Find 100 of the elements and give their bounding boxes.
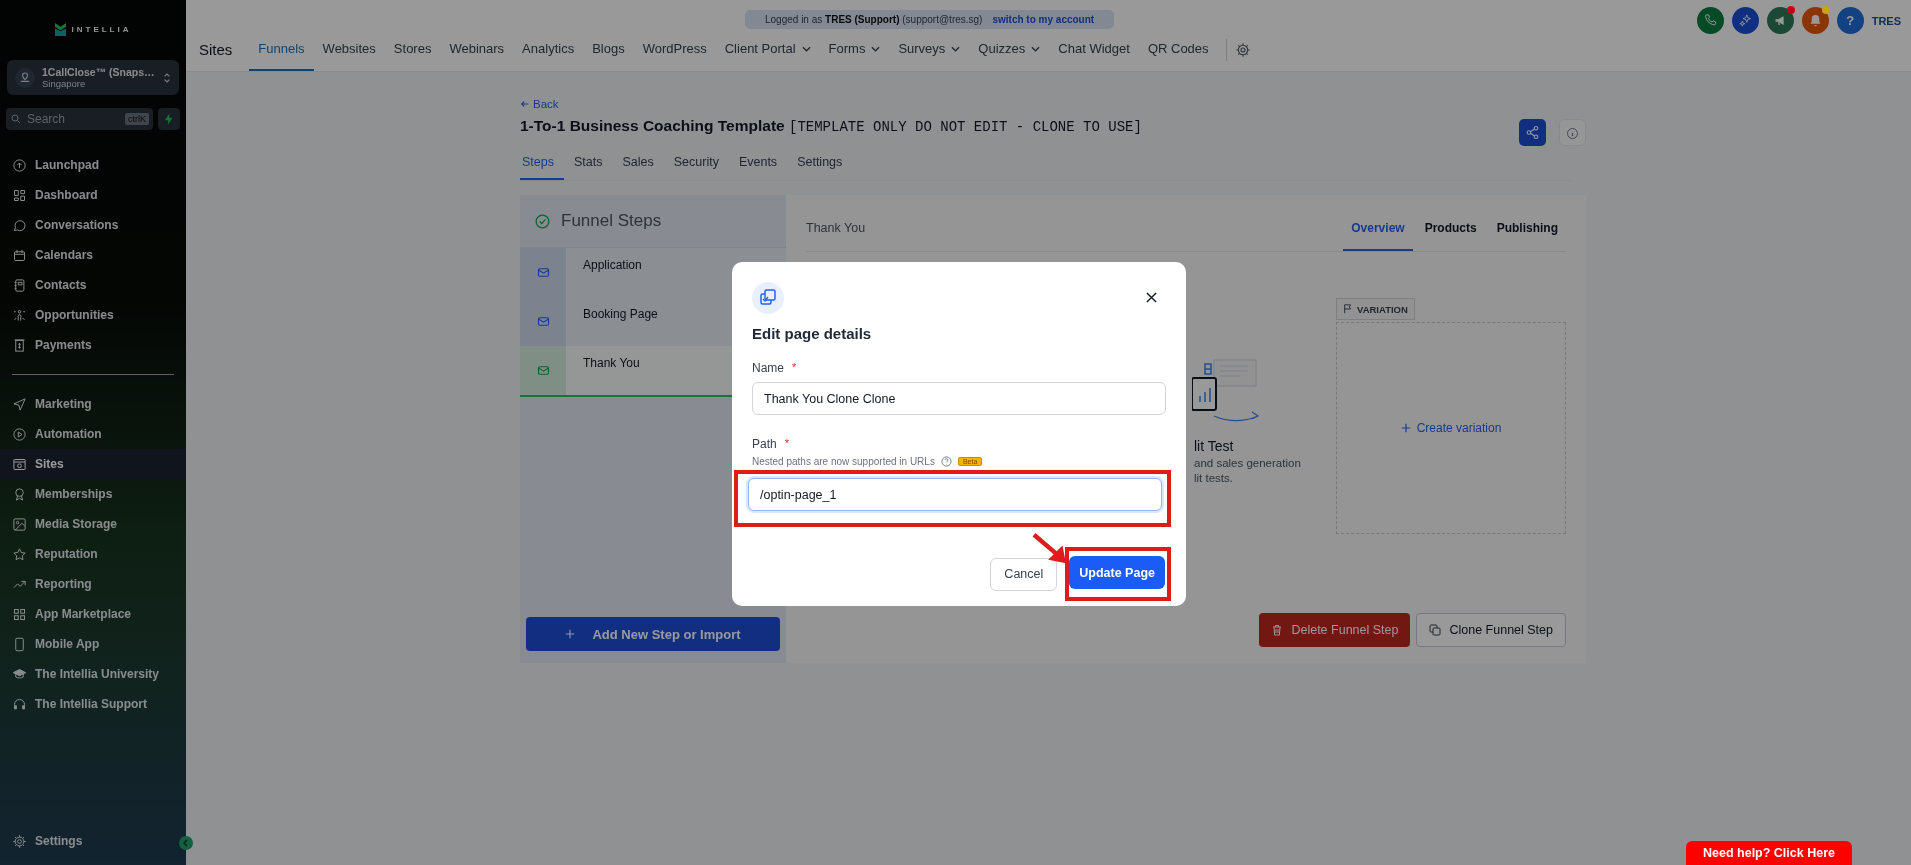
people-icon bbox=[12, 307, 27, 323]
nav-tab[interactable]: Surveys bbox=[889, 28, 970, 71]
close-button[interactable] bbox=[1146, 292, 1158, 304]
sidebar-item[interactable]: The Intellia University bbox=[0, 659, 186, 689]
copy-check-icon bbox=[752, 282, 784, 314]
phone-button[interactable] bbox=[1696, 7, 1724, 34]
graduation-cap-icon bbox=[12, 666, 27, 682]
image-icon bbox=[12, 516, 27, 532]
nav-tab[interactable]: Websites bbox=[313, 28, 385, 71]
delete-step-button[interactable]: Delete Funnel Step bbox=[1259, 613, 1411, 647]
user-name[interactable]: TRES bbox=[1871, 15, 1901, 27]
text-field[interactable]: Thank You Clone Clone bbox=[752, 382, 1166, 415]
sidebar-item[interactable]: Launchpad bbox=[0, 150, 186, 180]
megaphone-button[interactable] bbox=[1766, 7, 1794, 34]
award-icon bbox=[12, 486, 27, 502]
contact-book-icon bbox=[12, 277, 27, 293]
help-button[interactable]: Need help? Click Here bbox=[1686, 841, 1852, 865]
nav-tab[interactable]: Client Portal bbox=[715, 28, 820, 71]
location-icon bbox=[15, 67, 35, 88]
sidebar-item[interactable]: Marketing bbox=[0, 389, 186, 419]
close-icon bbox=[1146, 292, 1157, 303]
sidebar-item[interactable]: Media Storage bbox=[0, 509, 186, 539]
sidebar-item[interactable]: Sites bbox=[0, 449, 186, 479]
info-button[interactable] bbox=[1559, 118, 1586, 146]
mobile-icon bbox=[12, 636, 27, 652]
search-input[interactable]: Search bbox=[25, 111, 122, 127]
sidebar-item[interactable]: The Intellia Support bbox=[0, 689, 186, 719]
settings-icon[interactable] bbox=[1234, 41, 1251, 58]
sidebar-item[interactable]: Contacts bbox=[0, 270, 186, 300]
grid-icon bbox=[12, 187, 27, 203]
page-tab[interactable]: Stats bbox=[563, 149, 613, 180]
sidebar-item[interactable]: Mobile App bbox=[0, 629, 186, 659]
quick-action-button[interactable] bbox=[158, 108, 180, 130]
nav-tab[interactable]: Webinars bbox=[440, 28, 514, 71]
cancel-button[interactable]: Cancel bbox=[990, 557, 1058, 591]
detail-tab[interactable]: Publishing bbox=[1488, 221, 1566, 251]
sidebar-item[interactable]: Payments bbox=[0, 330, 186, 360]
bell-button[interactable] bbox=[1801, 7, 1829, 34]
account-name: 1CallClose™ (Snaps… bbox=[42, 66, 156, 78]
nav-tab[interactable]: Chat Widget bbox=[1049, 28, 1139, 71]
sidebar-item[interactable]: Reporting bbox=[0, 569, 186, 599]
sidebar-item[interactable]: Reputation bbox=[0, 539, 186, 569]
send-icon bbox=[12, 396, 27, 412]
variation-tag: VARIATION bbox=[1336, 298, 1415, 320]
sidebar-item[interactable]: Settings bbox=[0, 826, 91, 856]
sidebar-item[interactable]: Calendars bbox=[0, 240, 186, 270]
nav-tab[interactable]: Quizzes bbox=[969, 28, 1050, 71]
chat-icon bbox=[12, 217, 27, 233]
page-tab[interactable]: Security bbox=[663, 149, 729, 180]
nav-tab[interactable]: Analytics bbox=[513, 28, 584, 71]
page-tab[interactable]: Events bbox=[728, 149, 788, 180]
nav-tab[interactable]: Forms bbox=[819, 28, 890, 71]
switch-account-link[interactable]: switch to my account bbox=[992, 13, 1095, 25]
page-tab[interactable]: Sales bbox=[612, 149, 664, 180]
help-button[interactable]: ? bbox=[1836, 7, 1864, 34]
update-page-button[interactable]: Update Page bbox=[1069, 556, 1165, 589]
trash-icon bbox=[1271, 624, 1284, 636]
section-title: Sites bbox=[199, 41, 233, 59]
page-tab[interactable]: Settings bbox=[787, 149, 853, 180]
account-switcher[interactable]: 1CallClose™ (Snaps… Singapore bbox=[7, 60, 179, 95]
headset-icon bbox=[12, 696, 27, 712]
create-variation-link[interactable]: Create variation bbox=[1400, 421, 1502, 435]
detail-tab[interactable]: Overview bbox=[1343, 221, 1413, 251]
field-hint: Nested paths are now supported in URLs bbox=[752, 456, 935, 467]
back-link[interactable]: Back bbox=[520, 97, 1586, 111]
nav-tab[interactable]: Blogs bbox=[583, 28, 634, 71]
nav-tab[interactable]: WordPress bbox=[633, 28, 716, 71]
split-test-text: and sales generation bbox=[1194, 457, 1302, 469]
copy-icon bbox=[1429, 624, 1442, 636]
nav-tab[interactable]: Funnels bbox=[249, 28, 314, 71]
collapse-button[interactable] bbox=[179, 836, 193, 850]
required-mark: * bbox=[784, 437, 789, 449]
split-test-text: lit tests. bbox=[1194, 472, 1234, 484]
clone-step-button[interactable]: Clone Funnel Step bbox=[1416, 613, 1566, 647]
sidebar-item[interactable]: Opportunities bbox=[0, 300, 186, 330]
add-step-button[interactable]: Add New Step or Import bbox=[526, 617, 780, 651]
field-label: Name bbox=[752, 361, 784, 375]
account-location: Singapore bbox=[42, 78, 87, 89]
nav-tab[interactable]: Stores bbox=[384, 28, 441, 71]
sidebar-item[interactable]: Memberships bbox=[0, 479, 186, 509]
calendar-icon bbox=[12, 247, 27, 263]
arrow-left-icon bbox=[520, 99, 530, 109]
sidebar-item[interactable]: Conversations bbox=[0, 210, 186, 240]
page-tab[interactable]: Steps bbox=[520, 149, 564, 180]
share-button[interactable] bbox=[1519, 118, 1546, 146]
envelope-icon bbox=[535, 363, 551, 378]
detail-tab[interactable]: Products bbox=[1416, 221, 1485, 251]
sidebar-item[interactable]: Automation bbox=[0, 419, 186, 449]
field-label: Path bbox=[752, 437, 777, 451]
sidebar-item[interactable]: Dashboard bbox=[0, 180, 186, 210]
sidebar-item[interactable]: App Marketplace bbox=[0, 599, 186, 629]
phone-icon bbox=[1702, 13, 1718, 28]
launch-icon bbox=[12, 157, 27, 173]
nav-tab[interactable]: QR Codes bbox=[1138, 28, 1218, 71]
sparkle-icon bbox=[1737, 13, 1753, 28]
required-mark: * bbox=[792, 361, 797, 373]
logo-icon bbox=[54, 22, 66, 36]
sparkle-button[interactable] bbox=[1731, 7, 1759, 34]
text-field[interactable]: /optin-page_1 bbox=[748, 478, 1162, 511]
page-title: 1-To-1 Business Coaching Template [TEMPLATE ONLY DO NOT EDIT - CLONE TO USE] bbox=[520, 117, 1142, 135]
